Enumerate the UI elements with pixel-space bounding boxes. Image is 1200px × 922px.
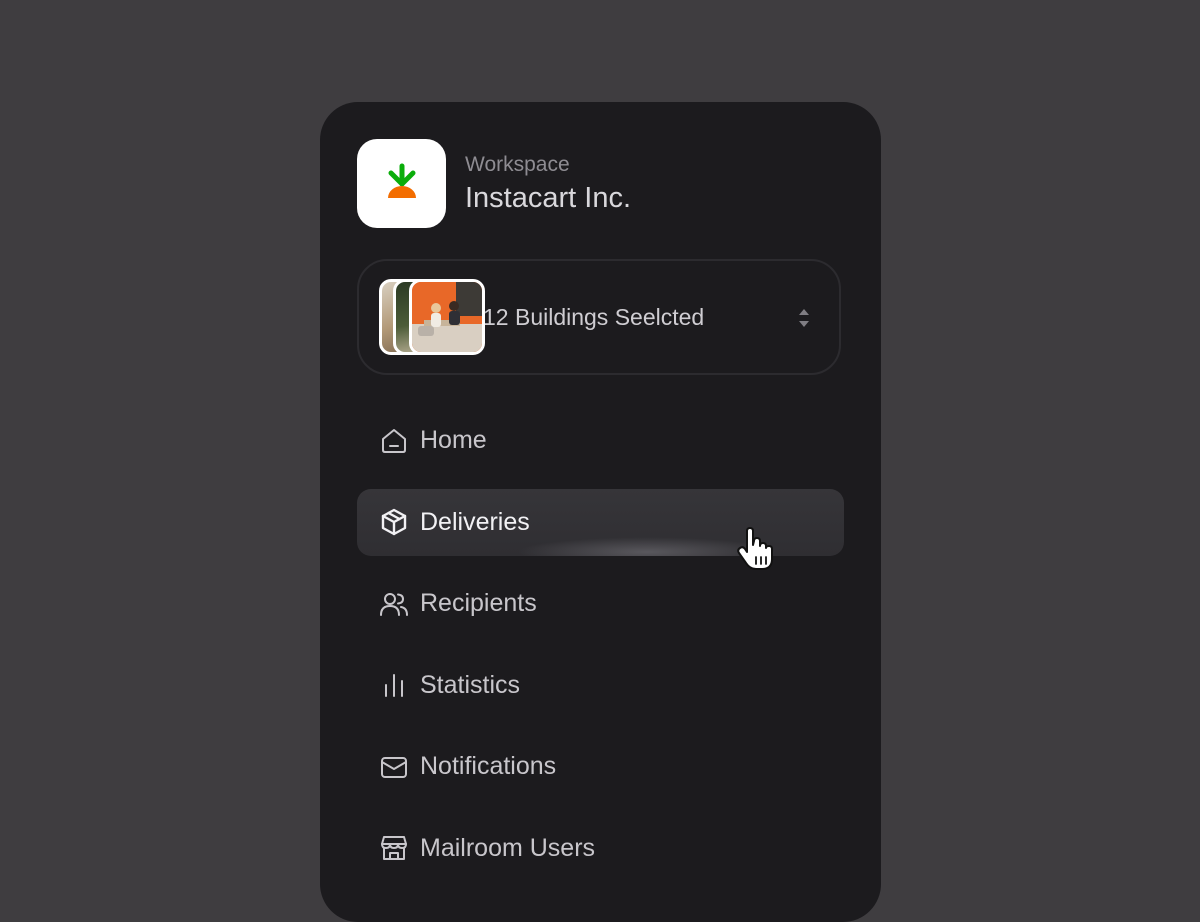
sidebar-item-label: Recipients bbox=[420, 589, 537, 617]
building-selector-label: 12 Buildings Seelcted bbox=[483, 303, 705, 330]
chevron-up-down-icon bbox=[799, 309, 809, 327]
workspace-name: Instacart Inc. bbox=[465, 181, 632, 214]
sidebar-item-notifications[interactable]: Notifications bbox=[357, 733, 844, 800]
sidebar-item-home[interactable]: Home bbox=[357, 407, 844, 474]
bar-chart-icon bbox=[379, 670, 409, 700]
hand-pointer-cursor-icon bbox=[737, 527, 773, 570]
building-selector[interactable]: 12 Buildings Seelcted bbox=[357, 259, 841, 375]
sidebar-panel: Workspace Instacart Inc. 12 Buildings Se… bbox=[320, 102, 881, 922]
workspace-label: Workspace bbox=[465, 152, 570, 176]
instacart-logo bbox=[357, 139, 446, 228]
sidebar-item-label: Mailroom Users bbox=[420, 833, 596, 862]
store-icon bbox=[379, 833, 409, 863]
users-icon bbox=[379, 589, 409, 619]
sidebar-item-recipients[interactable]: Recipients bbox=[357, 570, 844, 637]
carrot-icon bbox=[387, 163, 416, 198]
sidebar-nav: Home Deliveries Recipients Statistics No… bbox=[357, 407, 844, 896]
building-thumbnails bbox=[379, 279, 491, 355]
package-icon bbox=[379, 507, 409, 537]
sidebar-item-statistics[interactable]: Statistics bbox=[357, 652, 844, 719]
building-thumbnail bbox=[409, 279, 485, 355]
sidebar-item-label: Statistics bbox=[420, 670, 521, 699]
sidebar-item-label: Home bbox=[420, 426, 487, 454]
sidebar-item-label: Deliveries bbox=[420, 507, 530, 536]
sidebar-item-mailroom-users[interactable]: Mailroom Users bbox=[357, 815, 844, 882]
mail-icon bbox=[379, 752, 409, 782]
sidebar-item-label: Notifications bbox=[420, 752, 557, 780]
home-icon bbox=[379, 426, 409, 456]
workspace-header[interactable]: Workspace Instacart Inc. bbox=[357, 139, 631, 228]
